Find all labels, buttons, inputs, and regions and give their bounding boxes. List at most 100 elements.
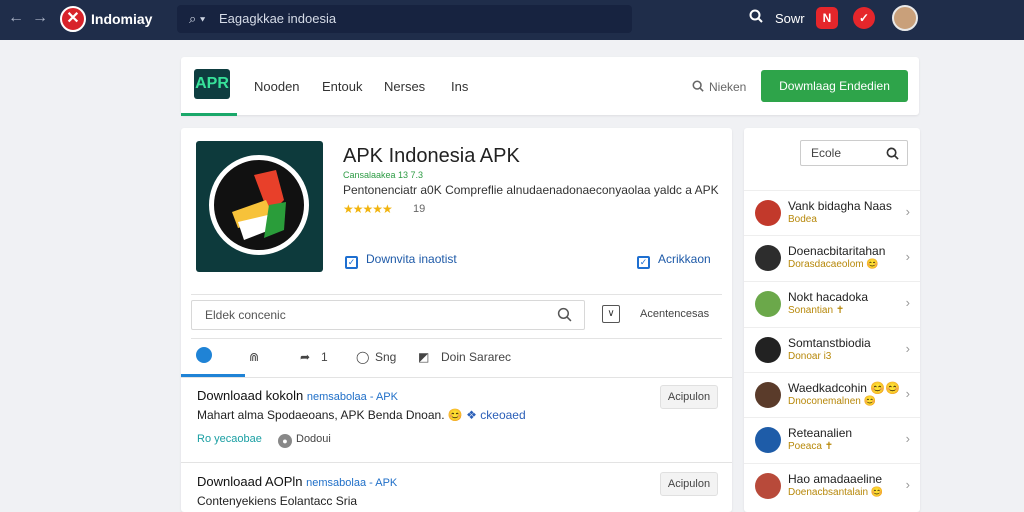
result-subtitle: Contenyekiens Eolantacc Sria [197,494,358,508]
user-icon: ● [278,434,292,448]
header-download-button[interactable]: Dowmlaag Endedien [761,70,908,102]
sidebar: Ecole Vank bidagha Naas Bodea › Doenacbitar… [744,128,920,512]
sidebar-list-item[interactable]: Vank bidagha Naas Bodea › [744,190,920,235]
alert-badge-icon[interactable]: ✓ [853,7,875,29]
comments-icon[interactable]: ◯ [356,350,369,364]
comments-label[interactable]: Sng [375,350,396,364]
avatar [755,291,781,317]
sidebar-item-sub: Dorasdacaeolom 😊 [788,259,879,270]
browser-top-bar: ← → ✕ Indomiay ⌕ ▾ Eagagkkae indoesia So… [0,0,1024,40]
sidebar-item-name: Waedkadcohin 😊😊 [788,381,901,395]
sidebar-search-label: Ecole [811,146,842,160]
result-action-button[interactable]: Acipulon [660,472,718,496]
avatar [755,245,781,271]
result-sub-c: Benda Dnoan. [367,408,445,422]
avatar [755,473,781,499]
search-label[interactable]: Sowr [775,11,805,26]
nav-item-2[interactable]: Entouk [322,79,362,94]
divider [191,294,722,295]
app-detail-card: APK Indonesia APK Cansalaakea 13 7.3 Pen… [181,128,732,512]
share-count: 1 [321,350,328,364]
address-text: Eagagkkae indoesia [218,11,337,26]
result-title[interactable]: Downloaad kokoln nemsabolaa - APK [197,388,398,403]
nav-item-1[interactable]: Nooden [254,79,300,94]
back-arrow-icon[interactable]: ← [8,8,24,28]
filter-dropdown-icon[interactable]: ∨ [602,305,620,323]
forward-arrow-icon[interactable]: → [32,8,48,28]
site-logo[interactable]: APR [194,69,230,99]
result-tag[interactable]: nemsabolaa - APK [307,391,398,403]
checkbox-icon: ✓ [637,256,650,269]
result-title-text: Downloaad AOPln [197,474,303,489]
avatar [755,200,781,226]
result-sub-d[interactable]: ❖ ckeoaed [466,408,525,422]
sidebar-list-item[interactable]: Nokt hacadoka Sonantian ✝ › [744,281,920,326]
checkbox-icon: ✓ [345,256,358,269]
chevron-right-icon[interactable]: › [906,249,910,264]
chevron-right-icon[interactable]: › [906,386,910,401]
emoji-icon: 😊 [447,408,463,422]
app-developer[interactable]: Cansalaakea 13 7.3 [343,170,423,180]
app-description: Pentonenciatr a0K Compreflie alnudaenado… [343,183,719,197]
up-icon[interactable]: ⋒ [249,350,259,364]
sidebar-list-item[interactable]: Somtanstbiodia Donoar i3 › [744,327,920,372]
header-search-icon[interactable] [692,79,704,95]
rating-stars: ★★★★★ [343,202,393,216]
add-label: Acrikkaon [658,252,711,266]
divider [181,377,732,378]
filter-label[interactable]: Acentencesas [640,308,709,320]
result-action-button[interactable]: Acipulon [660,385,718,409]
result-meta-1[interactable]: Ro yecaobae [197,433,262,445]
sidebar-search-input[interactable]: Ecole [800,140,908,166]
address-search-icon: ⌕ ▾ [189,11,206,26]
chevron-right-icon[interactable]: › [906,477,910,492]
sidebar-item-name: Doenacbitaritahan [788,244,886,258]
sidebar-item-sub: Bodea [788,214,817,225]
divider [191,338,722,339]
sidebar-list-item[interactable]: Hao amadaaeline Doenacbsantalain 😊 › [744,463,920,508]
sidebar-item-name: Vank bidagha Naas [788,199,892,213]
result-meta-2[interactable]: ● Dodoui [278,433,331,448]
brand-logo-icon[interactable]: ✕ [60,6,86,32]
share-icon[interactable]: ➦ [300,350,310,364]
chevron-right-icon[interactable]: › [906,431,910,446]
sidebar-list-item[interactable]: Doenacbitaritahan Dorasdacaeolom 😊 › [744,235,920,280]
sidebar-item-sub: Sonantian ✝ [788,305,845,316]
download-install-label: Downvita inaotist [366,252,457,266]
content-search-input[interactable]: Eldek concenic [191,300,585,330]
home-tab-icon[interactable] [196,347,212,363]
save-label[interactable]: Doin Sararec [441,350,511,364]
sidebar-item-sub: Dnoconemalnen 😊 [788,396,877,407]
brand-name[interactable]: Indomiay [91,11,152,27]
download-install-button[interactable]: ✓ Downvita inaotist [345,252,457,269]
sidebar-item-sub: Donoar i3 [788,351,832,362]
nav-item-4[interactable]: Ins [451,79,468,94]
nav-item-3[interactable]: Nerses [384,79,425,94]
search-icon[interactable] [886,141,899,165]
chevron-right-icon[interactable]: › [906,295,910,310]
result-title[interactable]: Downloaad AOPln nemsabolaa - APK [197,474,397,489]
notification-badge-icon[interactable]: N [816,7,838,29]
save-icon[interactable]: ◩ [418,350,429,364]
chevron-right-icon[interactable]: › [906,341,910,356]
app-icon [196,141,323,272]
divider [181,462,732,463]
result-tag[interactable]: nemsabolaa - APK [306,477,397,489]
sidebar-list-item[interactable]: Waedkadcohin 😊😊 Dnoconemalnen 😊 › [744,372,920,417]
user-avatar[interactable] [892,5,918,31]
chevron-right-icon[interactable]: › [906,204,910,219]
result-sub-a: Mahart alma Spodaeoans, [197,408,338,422]
sidebar-item-name: Hao amadaaeline [788,472,883,486]
header-search-label[interactable]: Nieken [709,80,746,94]
address-bar[interactable]: ⌕ ▾ Eagagkkae indoesia [177,5,632,33]
sidebar-item-name: Reteanalien [788,426,853,440]
search-placeholder: Eldek concenic [205,308,286,322]
add-button[interactable]: ✓ Acrikkaon [637,252,711,269]
avatar [755,427,781,453]
sidebar-list-item[interactable]: Reteanalien Poeaca ✝ › [744,417,920,462]
sidebar-item-name: Nokt hacadoka [788,290,869,304]
sidebar-item-name: Somtanstbiodia [788,336,871,350]
sidebar-item-sub: Doenacbsantalain 😊 [788,487,884,498]
search-icon[interactable] [749,9,763,27]
search-icon[interactable] [557,301,572,329]
